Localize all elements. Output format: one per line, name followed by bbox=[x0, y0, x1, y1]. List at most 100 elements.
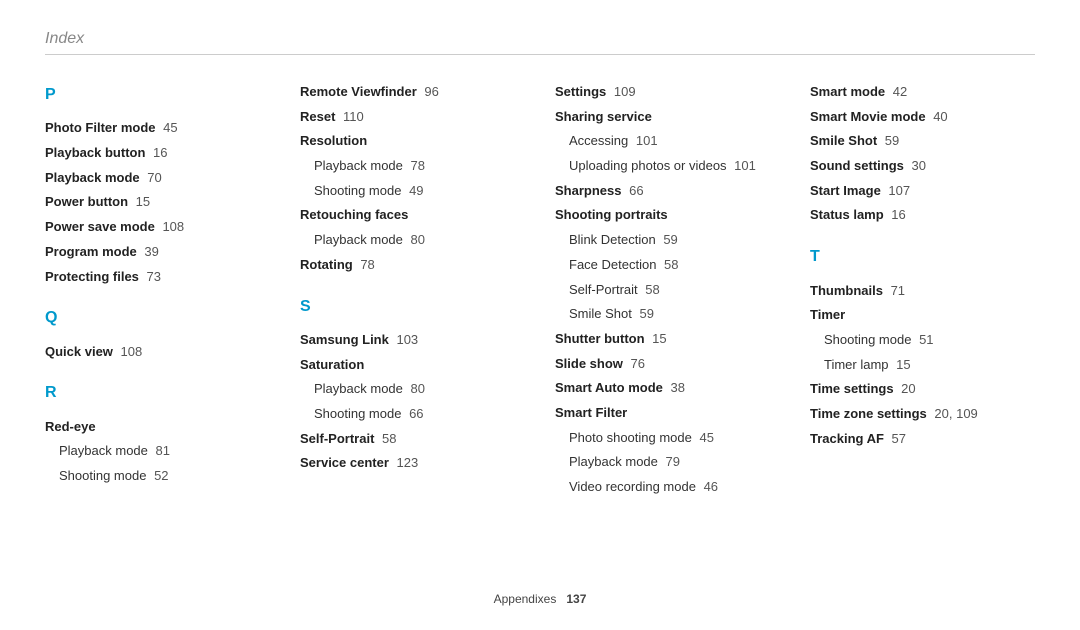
index-entry-label: Status lamp bbox=[810, 207, 884, 222]
index-sub-entry-label: Playback mode bbox=[314, 381, 403, 396]
index-entry-label: Saturation bbox=[300, 357, 364, 372]
index-sub-entry: Playback mode 80 bbox=[314, 228, 525, 253]
index-entry: Reset 110 bbox=[300, 105, 525, 130]
index-entry-label: Sharing service bbox=[555, 109, 652, 124]
index-entry: Shooting portraits bbox=[555, 203, 780, 228]
index-entry-label: Shutter button bbox=[555, 331, 645, 346]
index-sub-entry-page: 81 bbox=[152, 443, 170, 458]
index-entry: Self-Portrait 58 bbox=[300, 427, 525, 452]
index-entry-label: Photo Filter mode bbox=[45, 120, 156, 135]
index-entry: Rotating 78 bbox=[300, 253, 525, 278]
index-entry: Time settings 20 bbox=[810, 377, 1035, 402]
index-entry-label: Playback button bbox=[45, 145, 145, 160]
index-sub-entry-page: 59 bbox=[636, 306, 654, 321]
index-entry-label: Samsung Link bbox=[300, 332, 389, 347]
index-sub-entry-label: Self-Portrait bbox=[569, 282, 638, 297]
index-entry-page: 20, 109 bbox=[931, 406, 978, 421]
index-sub-entry-page: 80 bbox=[407, 232, 425, 247]
index-sub-entry-page: 66 bbox=[405, 406, 423, 421]
index-entry-page: 110 bbox=[339, 109, 363, 124]
index-sub-entry: Timer lamp 15 bbox=[824, 353, 1035, 378]
index-entry-page: 57 bbox=[888, 431, 906, 446]
index-entry-page: 76 bbox=[627, 356, 645, 371]
index-entry-label: Sharpness bbox=[555, 183, 621, 198]
index-letter-heading: P bbox=[45, 80, 270, 110]
index-entry-page: 108 bbox=[159, 219, 184, 234]
index-entry: Sharpness 66 bbox=[555, 179, 780, 204]
index-entry-page: 108 bbox=[117, 344, 142, 359]
index-entry: Smart Filter bbox=[555, 401, 780, 426]
index-entry: Settings 109 bbox=[555, 80, 780, 105]
index-entry-page: 103 bbox=[393, 332, 418, 347]
index-entry-page: 20 bbox=[898, 381, 916, 396]
index-entry-label: Power button bbox=[45, 194, 128, 209]
index-entry-page: 30 bbox=[908, 158, 926, 173]
index-entry-page: 70 bbox=[144, 170, 162, 185]
index-entry-label: Time settings bbox=[810, 381, 894, 396]
index-sub-entry-label: Shooting mode bbox=[59, 468, 146, 483]
footer-section: Appendixes bbox=[494, 592, 557, 606]
index-entry-page: 96 bbox=[421, 84, 439, 99]
index-column: Remote Viewfinder 96Reset 110ResolutionP… bbox=[300, 80, 525, 500]
index-entry-page: 15 bbox=[649, 331, 667, 346]
index-entry: Smart Auto mode 38 bbox=[555, 376, 780, 401]
index-entry: Thumbnails 71 bbox=[810, 279, 1035, 304]
index-entry-label: Thumbnails bbox=[810, 283, 883, 298]
index-entry-label: Red-eye bbox=[45, 419, 96, 434]
index-entry-page: 40 bbox=[930, 109, 948, 124]
index-entry: Red-eye bbox=[45, 415, 270, 440]
index-sub-entry: Smile Shot 59 bbox=[569, 302, 780, 327]
index-sub-entry-label: Uploading photos or videos bbox=[569, 158, 727, 173]
index-entry-page: 38 bbox=[667, 380, 685, 395]
page-header: Index bbox=[45, 30, 1035, 55]
index-sub-entry-label: Face Detection bbox=[569, 257, 656, 272]
index-entry-label: Tracking AF bbox=[810, 431, 884, 446]
index-sub-entry-label: Shooting mode bbox=[314, 183, 401, 198]
index-sub-entry-label: Smile Shot bbox=[569, 306, 632, 321]
index-sub-entry: Playback mode 80 bbox=[314, 377, 525, 402]
footer-page-number: 137 bbox=[566, 592, 586, 606]
index-entry: Retouching faces bbox=[300, 203, 525, 228]
index-entry: Program mode 39 bbox=[45, 240, 270, 265]
index-entry-label: Rotating bbox=[300, 257, 353, 272]
index-sub-entry: Playback mode 78 bbox=[314, 154, 525, 179]
index-sub-entry: Shooting mode 51 bbox=[824, 328, 1035, 353]
index-entry-label: Retouching faces bbox=[300, 207, 408, 222]
index-entry-page: 71 bbox=[887, 283, 905, 298]
index-entry-page: 109 bbox=[610, 84, 635, 99]
index-entry-label: Program mode bbox=[45, 244, 137, 259]
index-entry: Power save mode 108 bbox=[45, 215, 270, 240]
index-sub-entry-page: 80 bbox=[407, 381, 425, 396]
index-sub-entry-page: 46 bbox=[700, 479, 718, 494]
index-entry: Resolution bbox=[300, 129, 525, 154]
index-entry: Quick view 108 bbox=[45, 340, 270, 365]
index-entry: Samsung Link 103 bbox=[300, 328, 525, 353]
index-entry-page: 39 bbox=[141, 244, 159, 259]
index-sub-entry-label: Photo shooting mode bbox=[569, 430, 692, 445]
index-entry: Service center 123 bbox=[300, 451, 525, 476]
index-column: Settings 109 Sharing service Accessing 101… bbox=[555, 80, 780, 500]
index-entry-page: 58 bbox=[378, 431, 396, 446]
index-entry-label: Settings bbox=[555, 84, 606, 99]
index-sub-entry-page: 101 bbox=[632, 133, 657, 148]
index-sub-entry: Playback mode 79 bbox=[569, 450, 780, 475]
index-sub-entry-label: Accessing bbox=[569, 133, 628, 148]
index-sub-entry: Video recording mode 46 bbox=[569, 475, 780, 500]
index-sub-entry-label: Video recording mode bbox=[569, 479, 696, 494]
index-sub-entry-label: Playback mode bbox=[314, 158, 403, 173]
index-entry-label: Shooting portraits bbox=[555, 207, 668, 222]
index-sub-entry-label: Playback mode bbox=[314, 232, 403, 247]
index-sub-entry-page: 52 bbox=[150, 468, 168, 483]
index-sub-entry-page: 101 bbox=[731, 158, 756, 173]
index-sub-entry-label: Timer lamp bbox=[824, 357, 889, 372]
index-letter-heading: T bbox=[810, 242, 1035, 272]
index-entry-label: Resolution bbox=[300, 133, 367, 148]
index-sub-entry: Uploading photos or videos 101 bbox=[569, 154, 780, 179]
index-entry-label: Self-Portrait bbox=[300, 431, 374, 446]
index-entry-label: Start Image bbox=[810, 183, 881, 198]
index-entry-label: Sound settings bbox=[810, 158, 904, 173]
index-entry: Time zone settings 20, 109 bbox=[810, 402, 1035, 427]
index-entry-page: 45 bbox=[160, 120, 178, 135]
index-entry-page: 107 bbox=[885, 183, 910, 198]
index-entry: Playback button 16 bbox=[45, 141, 270, 166]
